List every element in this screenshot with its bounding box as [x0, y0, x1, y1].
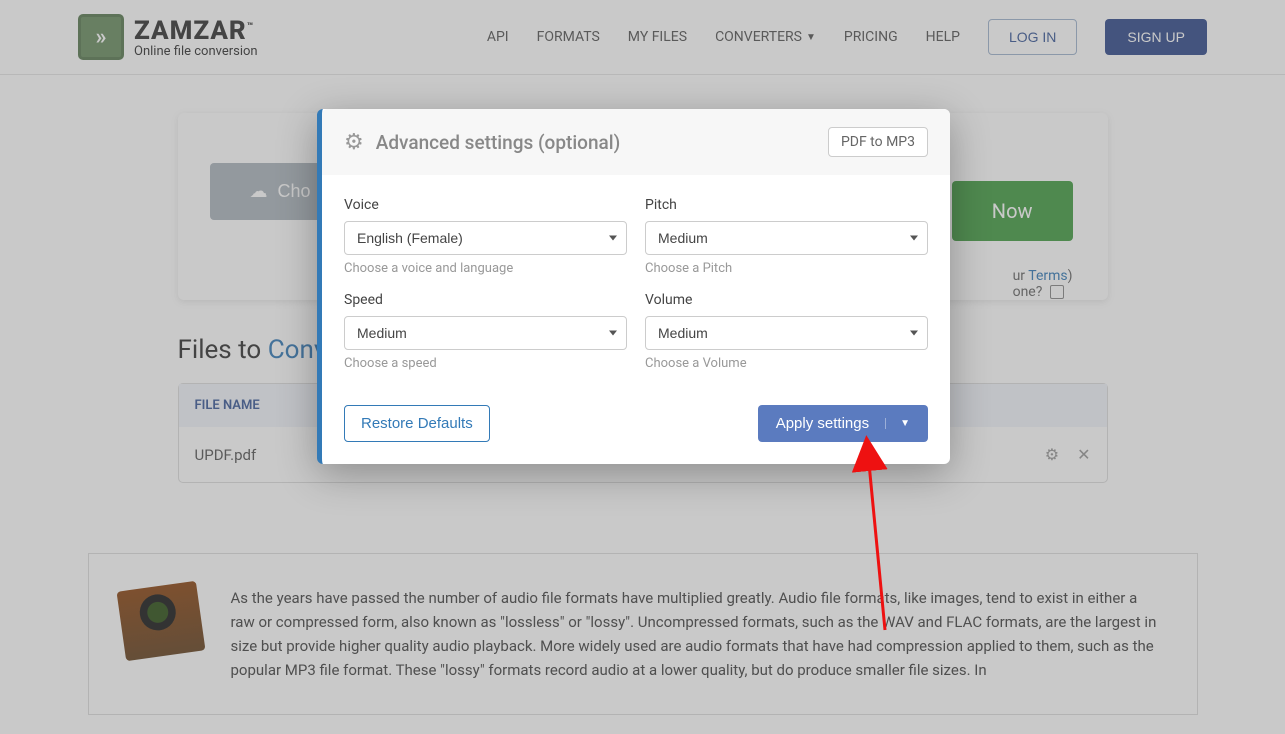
nav-pricing[interactable]: PRICING: [844, 29, 898, 45]
voice-select[interactable]: English (Female): [344, 221, 627, 255]
voice-label: Voice: [344, 197, 627, 213]
volume-field: Volume Medium Choose a Volume: [645, 292, 928, 371]
logo-name: ZAMZAR: [134, 16, 247, 46]
cloud-icon: ☁: [250, 181, 268, 202]
speed-hint: Choose a speed: [344, 356, 627, 371]
nav-api[interactable]: API: [487, 29, 509, 45]
restore-defaults-button[interactable]: Restore Defaults: [344, 405, 490, 442]
pitch-label: Pitch: [645, 197, 928, 213]
conversion-badge: PDF to MP3: [828, 127, 928, 157]
logo-tagline: Online file conversion: [134, 44, 258, 59]
terms-link[interactable]: Terms: [1028, 268, 1067, 284]
volume-hint: Choose a Volume: [645, 356, 928, 371]
pitch-hint: Choose a Pitch: [645, 261, 928, 276]
nav-converters[interactable]: CONVERTERS▼: [715, 29, 816, 45]
email-checkbox[interactable]: [1050, 285, 1064, 299]
header: » ZAMZAR™ Online file conversion API FOR…: [0, 0, 1285, 75]
logo[interactable]: » ZAMZAR™ Online file conversion: [78, 14, 487, 60]
caret-icon: ▼: [885, 418, 910, 429]
gear-icon: ⚙: [344, 130, 364, 155]
nav: API FORMATS MY FILES CONVERTERS▼ PRICING…: [487, 19, 1207, 55]
pitch-field: Pitch Medium Choose a Pitch: [645, 197, 928, 276]
convert-now-button[interactable]: Now: [952, 181, 1073, 241]
nav-myfiles[interactable]: MY FILES: [628, 29, 687, 45]
voice-hint: Choose a voice and language: [344, 261, 627, 276]
caret-icon: ▼: [806, 32, 816, 43]
speed-label: Speed: [344, 292, 627, 308]
pitch-select[interactable]: Medium: [645, 221, 928, 255]
modal-title: Advanced settings (optional): [376, 131, 816, 154]
logo-tm: ™: [247, 21, 254, 32]
apply-settings-button[interactable]: Apply settings▼: [758, 405, 928, 442]
advanced-settings-modal: ⚙ Advanced settings (optional) PDF to MP…: [317, 109, 950, 464]
nav-formats[interactable]: FORMATS: [537, 29, 600, 45]
logo-icon: »: [78, 14, 124, 60]
voice-field: Voice English (Female) Choose a voice an…: [344, 197, 627, 276]
modal-footer: Restore Defaults Apply settings▼: [322, 393, 950, 464]
modal-header: ⚙ Advanced settings (optional) PDF to MP…: [322, 109, 950, 175]
speed-select[interactable]: Medium: [344, 316, 627, 350]
info-box: As the years have passed the number of a…: [88, 553, 1198, 715]
record-player-icon: [116, 581, 205, 661]
done-text: ur Terms)one?: [1013, 268, 1073, 300]
volume-label: Volume: [645, 292, 928, 308]
signup-button[interactable]: SIGN UP: [1105, 19, 1207, 55]
info-text: As the years have passed the number of a…: [231, 586, 1165, 682]
nav-help[interactable]: HELP: [926, 29, 960, 45]
close-icon[interactable]: ✕: [1077, 445, 1090, 464]
speed-field: Speed Medium Choose a speed: [344, 292, 627, 371]
login-button[interactable]: LOG IN: [988, 19, 1077, 55]
volume-select[interactable]: Medium: [645, 316, 928, 350]
gear-icon[interactable]: ⚙: [1045, 445, 1059, 464]
